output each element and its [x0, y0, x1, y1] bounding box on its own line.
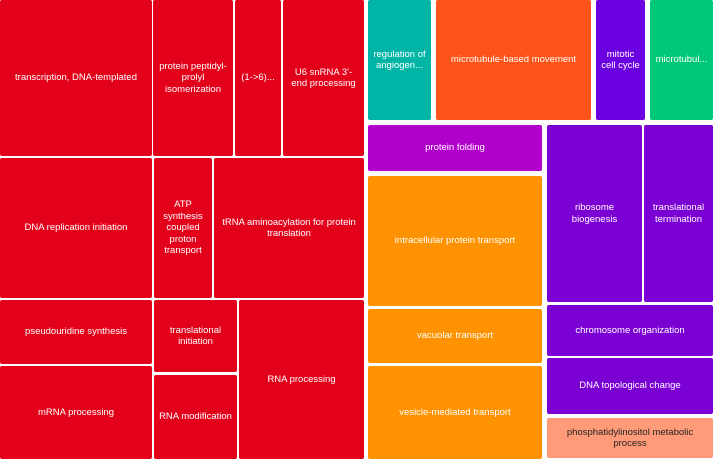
- tile-label: ATP synthesis coupled proton transport: [163, 199, 203, 257]
- tile-label: RNA modification: [159, 411, 232, 423]
- treemap-tile-microtubule-based-movement: microtubule-based movement: [436, 0, 591, 120]
- treemap-tile-mitotic-cell-cycle: mitotic cell cycle: [596, 0, 645, 120]
- tile-label: vacuolar transport: [416, 330, 494, 342]
- tile-label: DNA topological change: [579, 380, 681, 392]
- treemap-tile-protein-folding: protein folding: [368, 125, 542, 171]
- tile-label: U6 snRNA 3'-end processing: [291, 66, 356, 90]
- treemap-tile-ribosome-biogenesis: ribosome biogenesis: [547, 125, 642, 302]
- treemap-tile-protein-peptidyl-prolyl-isomerization: protein peptidyl-prolyl isomerization: [153, 0, 233, 156]
- tile-label: protein peptidyl-prolyl isomerization: [159, 60, 227, 95]
- tile-label: intracellular protein transport: [394, 235, 516, 247]
- tile-label: (1->6)...: [241, 72, 275, 84]
- tile-label: regulation of angiogen...: [373, 48, 426, 72]
- treemap-tile-translational-termination: translational termination: [644, 125, 713, 302]
- tile-label: microtubule-based movement: [450, 54, 577, 66]
- tile-label: microtubul...: [655, 54, 708, 66]
- treemap-tile-vesicle-mediated-transport: vesicle-mediated transport: [368, 366, 542, 459]
- treemap-tile-dna-topological-change: DNA topological change: [547, 358, 713, 414]
- tile-label: tRNA aminoacylation for protein translat…: [222, 216, 356, 240]
- treemap-tile-regulation-of-angiogen: regulation of angiogen...: [368, 0, 431, 120]
- tile-label: mRNA processing: [37, 406, 115, 418]
- tile-label: vesicle-mediated transport: [399, 406, 511, 418]
- treemap-tile-u6-snrna-3-end-processing: U6 snRNA 3'-end processing: [283, 0, 364, 156]
- treemap-tile-translational-initiation: translational initiation: [154, 300, 237, 372]
- treemap-tile-pseudouridine-synthesis: pseudouridine synthesis: [0, 300, 152, 364]
- treemap-tile-intracellular-protein-transport: intracellular protein transport: [368, 176, 542, 306]
- tile-label: RNA processing: [267, 373, 336, 385]
- treemap-tile-phosphatidylinositol-metabolic-process: phosphatidylinositol metabolic process: [547, 418, 713, 458]
- treemap-tile-dna-replication-initiation: DNA replication initiation: [0, 158, 152, 298]
- tile-label: chromosome organization: [575, 324, 685, 336]
- tile-label: transcription, DNA-templated: [15, 72, 137, 84]
- treemap-tile-1-6: (1->6)...: [235, 0, 281, 156]
- treemap-tile-rna-processing: RNA processing: [239, 300, 364, 459]
- treemap-tile-rna-modification: RNA modification: [154, 375, 237, 459]
- treemap-tile-atp-synthesis-coupled-proton-transport: ATP synthesis coupled proton transport: [154, 158, 212, 298]
- tile-label: pseudouridine synthesis: [25, 326, 127, 338]
- treemap-tile-vacuolar-transport: vacuolar transport: [368, 309, 542, 363]
- treemap-tile-microtubul: microtubul...: [650, 0, 713, 120]
- treemap-tile-trna-aminoacylation-for-protein-translation: tRNA aminoacylation for protein translat…: [214, 158, 364, 298]
- tile-label: ribosome biogenesis: [571, 202, 618, 225]
- tile-label: translational initiation: [169, 324, 222, 348]
- treemap-chart: transcription, DNA-templated protein pept…: [0, 0, 715, 459]
- tile-label: protein folding: [425, 142, 485, 154]
- treemap-tile-transcription-dna-templated: transcription, DNA-templated: [0, 0, 152, 156]
- treemap-tile-mrna-processing: mRNA processing: [0, 366, 152, 459]
- tile-label: translational termination: [652, 202, 705, 225]
- tile-label: mitotic cell cycle: [601, 48, 640, 72]
- tile-label: DNA replication initiation: [24, 222, 128, 234]
- treemap-tile-chromosome-organization: chromosome organization: [547, 305, 713, 356]
- tile-label: phosphatidylinositol metabolic process: [566, 426, 694, 450]
